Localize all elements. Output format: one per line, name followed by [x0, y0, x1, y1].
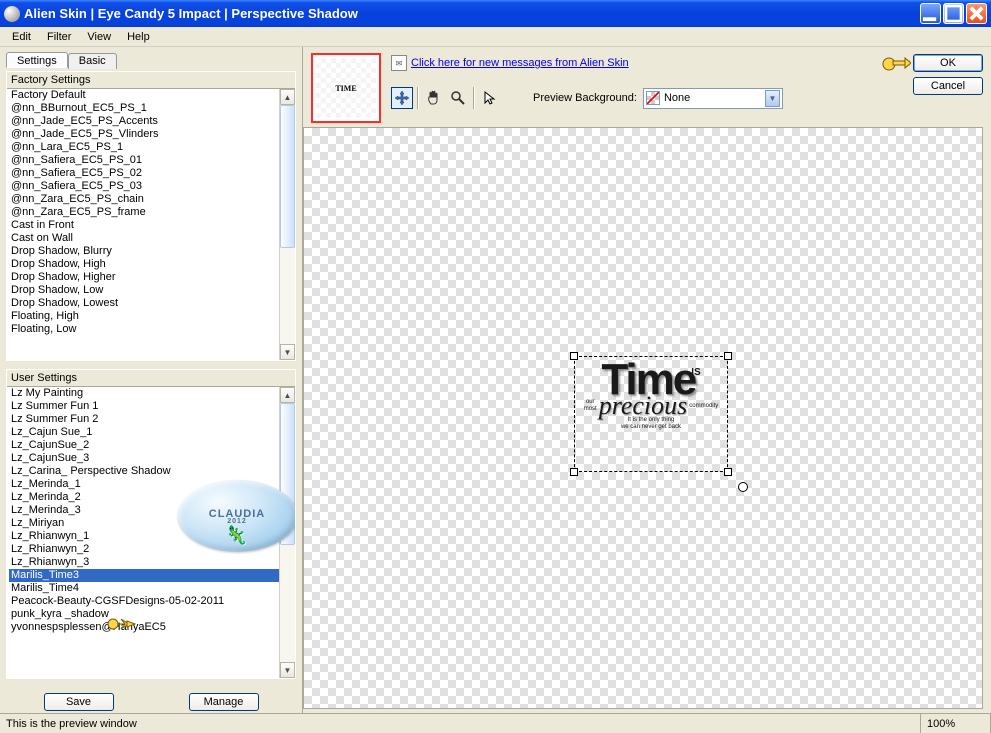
message-icon: ✉ [391, 55, 407, 71]
list-item[interactable]: @nn_Safiera_EC5_PS_02 [9, 167, 279, 180]
maximize-button[interactable] [943, 3, 964, 24]
zoom-level: 100% [921, 714, 991, 733]
list-item[interactable]: Lz_Merinda_2 [9, 491, 279, 504]
tab-settings[interactable]: Settings [6, 52, 68, 68]
user-settings-group: User Settings Lz My PaintingLz Summer Fu… [6, 369, 296, 679]
user-settings-header: User Settings [7, 370, 295, 387]
list-item[interactable]: Drop Shadow, Blurry [9, 245, 279, 258]
preview-background-value: None [664, 92, 690, 104]
scrollbar[interactable]: ▲ ▼ [279, 89, 295, 360]
list-item[interactable]: Lz Summer Fun 1 [9, 400, 279, 413]
title-bar: Alien Skin | Eye Candy 5 Impact | Perspe… [0, 0, 991, 27]
list-item[interactable]: Lz_Merinda_1 [9, 478, 279, 491]
resize-handle[interactable] [570, 352, 578, 360]
list-item[interactable]: Drop Shadow, Lowest [9, 297, 279, 310]
user-settings-list[interactable]: Lz My PaintingLz Summer Fun 1Lz Summer F… [7, 387, 279, 678]
list-item[interactable]: @nn_Lara_EC5_PS_1 [9, 141, 279, 154]
messages-link[interactable]: Click here for new messages from Alien S… [411, 57, 629, 69]
menu-bar: Edit Filter View Help [0, 27, 991, 47]
list-item[interactable]: Lz_Carina_ Perspective Shadow [9, 465, 279, 478]
rotate-handle[interactable] [738, 482, 748, 492]
resize-handle[interactable] [724, 352, 732, 360]
menu-edit[interactable]: Edit [4, 29, 39, 45]
tab-basic[interactable]: Basic [68, 53, 117, 69]
right-panel: TIME ✉ Click here for new messages from … [303, 47, 991, 713]
status-text: This is the preview window [0, 714, 921, 733]
menu-view[interactable]: View [79, 29, 119, 45]
pointer-tool-button[interactable] [479, 87, 501, 109]
scroll-thumb[interactable] [280, 105, 295, 248]
scrollbar[interactable]: ▲ ▼ [279, 387, 295, 678]
list-item[interactable]: @nn_BBurnout_EC5_PS_1 [9, 102, 279, 115]
list-item[interactable]: @nn_Jade_EC5_PS_Vlinders [9, 128, 279, 141]
list-item[interactable]: Drop Shadow, High [9, 258, 279, 271]
list-item[interactable]: Peacock-Beauty-CGSFDesigns-05-02-2011 [9, 595, 279, 608]
minimize-button[interactable] [920, 3, 941, 24]
list-item[interactable]: Lz My Painting [9, 387, 279, 400]
preview-background-label: Preview Background: [533, 92, 637, 104]
preview-area[interactable]: TimeIS our most precious commodity It is… [303, 127, 983, 709]
thumbnail-text: TIME [316, 58, 376, 118]
scroll-down-button[interactable]: ▼ [280, 662, 295, 678]
factory-settings-group: Factory Settings Factory Default@nn_BBur… [6, 71, 296, 361]
hand-tool-button[interactable] [423, 87, 445, 109]
scroll-thumb[interactable] [280, 403, 295, 545]
list-item[interactable]: Lz_Rhianwyn_2 [9, 543, 279, 556]
scroll-up-button[interactable]: ▲ [280, 387, 295, 403]
list-item[interactable]: yvonnespsplessen@HanyaEC5 [9, 621, 279, 634]
list-item[interactable]: @nn_Zara_EC5_PS_chain [9, 193, 279, 206]
list-item[interactable]: Lz_Rhianwyn_1 [9, 530, 279, 543]
window-title: Alien Skin | Eye Candy 5 Impact | Perspe… [24, 6, 920, 21]
list-item[interactable]: @nn_Jade_EC5_PS_Accents [9, 115, 279, 128]
menu-help[interactable]: Help [119, 29, 158, 45]
list-item[interactable]: Lz_CajunSue_2 [9, 439, 279, 452]
factory-settings-header: Factory Settings [7, 72, 295, 89]
list-item[interactable]: Drop Shadow, Higher [9, 271, 279, 284]
list-item[interactable]: Factory Default [9, 89, 279, 102]
list-item[interactable]: Marilis_Time4 [9, 582, 279, 595]
none-swatch-icon [646, 91, 660, 105]
list-item[interactable]: Cast on Wall [9, 232, 279, 245]
list-item[interactable]: Lz_Merinda_3 [9, 504, 279, 517]
menu-filter[interactable]: Filter [39, 29, 79, 45]
resize-handle[interactable] [724, 468, 732, 476]
list-item[interactable]: Lz Summer Fun 2 [9, 413, 279, 426]
scroll-down-button[interactable]: ▼ [280, 344, 295, 360]
list-item[interactable]: Lz_CajunSue_3 [9, 452, 279, 465]
list-item[interactable]: Lz_Cajun Sue_1 [9, 426, 279, 439]
list-item[interactable]: Lz_Miriyan [9, 517, 279, 530]
resize-handle[interactable] [570, 468, 578, 476]
scroll-up-button[interactable]: ▲ [280, 89, 295, 105]
list-item[interactable]: Floating, Low [9, 323, 279, 336]
pointing-hand-icon [881, 53, 911, 73]
ok-button[interactable]: OK [913, 54, 983, 72]
chevron-down-icon: ▼ [765, 90, 780, 107]
app-icon [4, 6, 20, 22]
artwork-content: TimeIS our most precious commodity It is… [584, 361, 718, 462]
factory-settings-list[interactable]: Factory Default@nn_BBurnout_EC5_PS_1@nn_… [7, 89, 279, 360]
status-bar: This is the preview window 100% [0, 713, 991, 733]
settings-panel: Settings Basic Factory Settings Factory … [0, 47, 303, 713]
cancel-button[interactable]: Cancel [913, 77, 983, 95]
list-item[interactable]: Marilis_Time3 [9, 569, 279, 582]
list-item[interactable]: @nn_Safiera_EC5_PS_01 [9, 154, 279, 167]
list-item[interactable]: punk_kyra _shadow [9, 608, 279, 621]
manage-button[interactable]: Manage [189, 693, 259, 711]
list-item[interactable]: Cast in Front [9, 219, 279, 232]
list-item[interactable]: @nn_Zara_EC5_PS_frame [9, 206, 279, 219]
preview-background-select[interactable]: None ▼ [643, 88, 783, 109]
list-item[interactable]: @nn_Safiera_EC5_PS_03 [9, 180, 279, 193]
close-button[interactable] [966, 3, 987, 24]
move-tool-button[interactable] [391, 87, 413, 109]
list-item[interactable]: Lz_Rhianwyn_3 [9, 556, 279, 569]
save-button[interactable]: Save [44, 693, 114, 711]
preview-thumbnail[interactable]: TIME [311, 53, 381, 123]
selection-box[interactable]: TimeIS our most precious commodity It is… [574, 356, 728, 472]
pointing-hand-icon [107, 614, 137, 637]
list-item[interactable]: Drop Shadow, Low [9, 284, 279, 297]
zoom-tool-button[interactable] [447, 87, 469, 109]
list-item[interactable]: Floating, High [9, 310, 279, 323]
